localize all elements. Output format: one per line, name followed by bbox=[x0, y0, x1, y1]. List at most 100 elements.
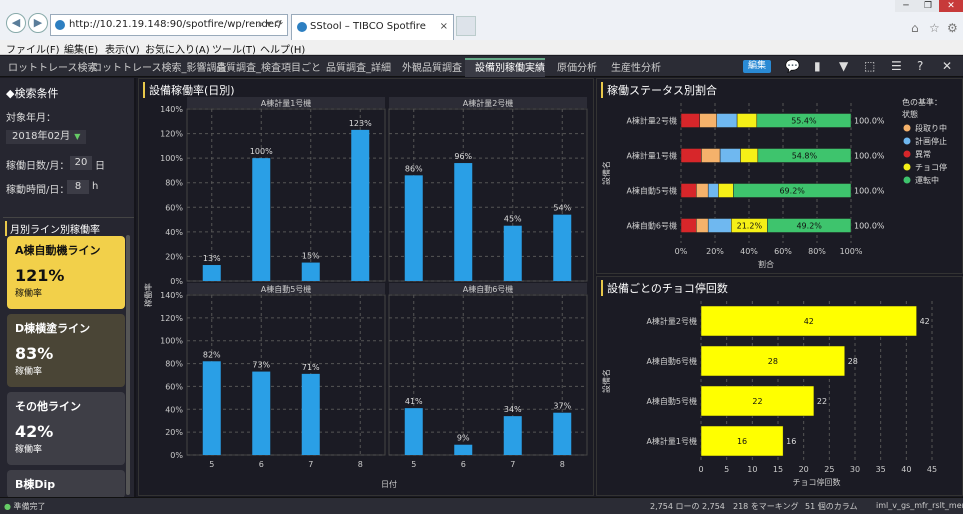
bar-end-label: 42 bbox=[920, 317, 930, 326]
close-window-icon[interactable]: ✕ bbox=[939, 0, 963, 12]
tab-cost-analysis[interactable]: 原価分析 bbox=[557, 59, 597, 74]
menu-favorites[interactable]: お気に入り(A) bbox=[145, 41, 210, 56]
search-refresh-icon[interactable]: ⌕ ▾ ⟳ bbox=[258, 15, 283, 35]
x-tick-label: 10 bbox=[747, 465, 757, 474]
maximize-icon[interactable]: ❐ bbox=[917, 0, 939, 12]
trellis-header-label: A棟計量1号機 bbox=[261, 98, 312, 108]
back-icon[interactable]: ◀ bbox=[6, 13, 26, 33]
bar[interactable] bbox=[404, 408, 423, 455]
stack-segment[interactable] bbox=[716, 113, 738, 128]
menu-file[interactable]: ファイル(F) bbox=[6, 41, 60, 56]
bar[interactable] bbox=[202, 361, 221, 455]
stack-segment[interactable] bbox=[680, 113, 700, 128]
x-tick-label: 20 bbox=[799, 465, 809, 474]
star-icon[interactable]: ☆ bbox=[929, 21, 940, 35]
stack-segment[interactable] bbox=[696, 183, 709, 198]
x-tick-label: 45 bbox=[927, 465, 937, 474]
stack-segment[interactable] bbox=[699, 113, 717, 128]
bar[interactable] bbox=[503, 225, 522, 281]
list-scrollbar[interactable] bbox=[126, 235, 130, 495]
stack-segment[interactable] bbox=[707, 218, 732, 233]
bar[interactable] bbox=[503, 416, 522, 455]
stack-segment[interactable] bbox=[680, 183, 697, 198]
stack-segment[interactable] bbox=[718, 183, 734, 198]
bar[interactable] bbox=[404, 175, 423, 281]
y-tick-label: 40% bbox=[165, 228, 183, 237]
bar[interactable] bbox=[202, 265, 221, 281]
y-tick-label: 140% bbox=[160, 105, 183, 114]
forward-icon[interactable]: ▶ bbox=[28, 13, 48, 33]
bookmark-icon[interactable]: ▮ bbox=[814, 59, 821, 73]
status-ratio-chart[interactable]: 設備名割合 0% 20% 40% 60% 80% 100% A棟計量2号機 55.4% 100.0… bbox=[597, 95, 963, 275]
close-tab-icon[interactable]: × bbox=[440, 15, 448, 39]
line-card[interactable]: B棟Dip bbox=[7, 470, 125, 498]
close-icon[interactable]: ✕ bbox=[942, 59, 952, 73]
gear-icon[interactable]: ⚙ bbox=[947, 21, 958, 35]
bar-data-label: 82% bbox=[203, 350, 221, 359]
x-tick-label: 35 bbox=[876, 465, 886, 474]
x-tick-label: 5 bbox=[411, 460, 416, 469]
bar[interactable] bbox=[252, 371, 271, 455]
stop-count-chart[interactable]: 設備名チョコ停回数 0 5 10 15 20 25 30 35 40 45 A棟計量2号機 42 42 A棟… bbox=[597, 293, 963, 497]
stack-segment[interactable] bbox=[740, 148, 759, 163]
y-tick-label: A棟計量2号機 bbox=[646, 316, 697, 326]
tab-equipment-results[interactable]: 設備別稼働実績 bbox=[475, 59, 545, 74]
stack-segment[interactable] bbox=[696, 218, 709, 233]
filter-icon[interactable]: ▼ bbox=[839, 59, 848, 73]
menu-view[interactable]: 表示(V) bbox=[105, 41, 140, 56]
days-input[interactable]: 20 bbox=[70, 156, 92, 170]
x-tick-label: 0% bbox=[675, 247, 688, 256]
legend-swatch[interactable] bbox=[903, 176, 911, 184]
bar[interactable] bbox=[301, 373, 320, 455]
stack-segment[interactable] bbox=[680, 218, 697, 233]
tab-quality-items[interactable]: 品質調査_検査項目ごと bbox=[216, 59, 321, 74]
y-tick-label: 20% bbox=[165, 428, 183, 437]
legend-swatch[interactable] bbox=[903, 137, 911, 145]
tab-quality-detail[interactable]: 品質調査_詳細 bbox=[326, 59, 391, 74]
site-icon bbox=[55, 20, 65, 30]
comment-icon[interactable]: 💬 bbox=[785, 59, 800, 73]
line-card[interactable]: A棟自動機ライン 121% 稼働率 bbox=[7, 236, 125, 309]
selection-icon[interactable]: ⬚ bbox=[864, 59, 875, 73]
tab-lot-trace[interactable]: ロットトレース検索 bbox=[8, 59, 98, 74]
stack-segment[interactable] bbox=[719, 148, 741, 163]
search-panel: ◆検索条件 対象年月： 2018年02月 ▼ 稼働日数/月： 20 日 稼動時間/… bbox=[0, 78, 136, 498]
stack-segment[interactable] bbox=[701, 148, 721, 163]
bar[interactable] bbox=[553, 412, 572, 455]
legend-swatch[interactable] bbox=[903, 150, 911, 158]
tab-appearance-quality[interactable]: 外観品質調査 bbox=[402, 59, 462, 74]
total-label: 100.0% bbox=[854, 222, 885, 231]
menu-help[interactable]: ヘルプ(H) bbox=[260, 41, 305, 56]
stack-segment[interactable] bbox=[680, 148, 702, 163]
line-card[interactable]: その他ライン 42% 稼働率 bbox=[7, 392, 125, 465]
minimize-icon[interactable]: ─ bbox=[895, 0, 917, 12]
new-tab-button[interactable] bbox=[456, 16, 476, 36]
days-unit: 日 bbox=[95, 161, 105, 172]
edit-button[interactable]: 編集 bbox=[743, 60, 771, 73]
legend-swatch[interactable] bbox=[903, 163, 911, 171]
legend-swatch[interactable] bbox=[903, 124, 911, 132]
hours-input[interactable]: 8 bbox=[67, 180, 89, 194]
help-icon[interactable]: ? bbox=[917, 59, 923, 73]
browser-tab[interactable]: SStool – TIBCO Spotfire × bbox=[291, 14, 454, 40]
menu-icon[interactable]: ☰ bbox=[891, 59, 902, 73]
y-tick-label: 80% bbox=[165, 179, 183, 188]
home-icon[interactable]: ⌂ bbox=[911, 21, 919, 35]
tab-lot-trace-impact[interactable]: ロットトレース検索_影響調査 bbox=[92, 59, 227, 74]
bar[interactable] bbox=[252, 158, 271, 281]
daily-utilization-chart[interactable]: 稼働率日付A棟計量1号機0%20%40%60%80%100%120%140%13… bbox=[139, 95, 595, 495]
stack-segment[interactable] bbox=[736, 113, 758, 128]
line-card[interactable]: D棟横塗ライン 83% 稼働率 bbox=[7, 314, 125, 387]
bar[interactable] bbox=[553, 214, 572, 281]
tab-productivity[interactable]: 生産性分析 bbox=[611, 59, 661, 74]
bar[interactable] bbox=[351, 129, 370, 281]
bar[interactable] bbox=[301, 262, 320, 281]
menu-edit[interactable]: 編集(E) bbox=[64, 41, 98, 56]
month-select[interactable]: 2018年02月 ▼ bbox=[6, 130, 86, 144]
bar[interactable] bbox=[454, 163, 473, 281]
stack-segment[interactable] bbox=[707, 183, 719, 198]
bar[interactable] bbox=[454, 444, 473, 455]
menu-tools[interactable]: ツール(T) bbox=[212, 41, 256, 56]
segment-label: 55.4% bbox=[791, 117, 817, 126]
address-bar[interactable]: http://10.21.19.148:90/spotfire/wp/rende… bbox=[50, 14, 288, 36]
